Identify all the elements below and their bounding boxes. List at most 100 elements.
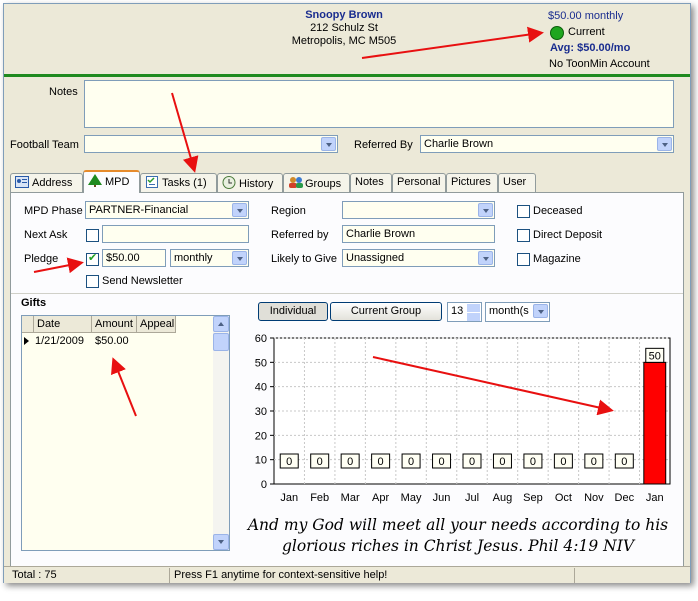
contact-window: Snoopy Brown 212 Schulz St Metropolis, M… (3, 3, 691, 583)
next-ask-label: Next Ask (24, 229, 68, 241)
magazine-label: Magazine (533, 253, 581, 265)
tree-icon (88, 174, 102, 187)
y-tick-label: 0 (261, 479, 267, 491)
scroll-up-icon[interactable] (213, 316, 229, 332)
gift-date: 1/21/2009 (35, 335, 84, 347)
tab-tasks-label: Tasks (1) (162, 177, 207, 189)
contact-header: Snoopy Brown 212 Schulz St Metropolis, M… (4, 4, 690, 74)
scroll-down-icon[interactable] (213, 534, 229, 550)
chevron-down-icon[interactable] (478, 203, 493, 217)
status-bar: Total : 75 Press F1 anytime for context-… (4, 566, 690, 583)
spin-down-icon[interactable] (467, 313, 480, 321)
x-tick-label: Jan (280, 492, 298, 504)
average-giving: Avg: $50.00/mo (550, 42, 631, 54)
column-header-date[interactable]: Date (34, 316, 92, 333)
gift-amount: $50.00 (95, 335, 129, 347)
chevron-down-icon[interactable] (232, 251, 247, 265)
data-label: 0 (469, 456, 475, 468)
individual-button[interactable]: Individual (258, 302, 328, 321)
direct-deposit-checkbox[interactable] (517, 229, 530, 242)
region-label: Region (271, 205, 306, 217)
header-divider (4, 74, 690, 77)
chevron-down-icon[interactable] (321, 137, 336, 151)
tab-pictures[interactable]: Pictures (446, 173, 498, 192)
column-header-amount[interactable]: Amount (92, 316, 137, 333)
grid-corner (22, 316, 34, 333)
status-text: Current (568, 26, 605, 38)
chevron-down-icon[interactable] (533, 304, 548, 318)
period-unit-select[interactable]: month(s (485, 302, 550, 322)
football-team-select[interactable] (84, 135, 338, 153)
chevron-down-icon[interactable] (232, 203, 247, 217)
send-newsletter-label: Send Newsletter (102, 275, 183, 287)
pledge-amount-field[interactable]: $50.00 (102, 249, 166, 267)
data-label: 0 (438, 456, 444, 468)
deceased-checkbox[interactable] (517, 205, 530, 218)
tab-mpd-label: MPD (105, 176, 130, 188)
column-header-appeal[interactable]: Appeal (137, 316, 176, 333)
notes-field[interactable] (84, 80, 674, 128)
send-newsletter-checkbox[interactable] (86, 275, 99, 288)
x-tick-label: May (401, 492, 422, 504)
tab-user-label: User (503, 176, 527, 188)
scroll-thumb[interactable] (213, 333, 229, 351)
region-select[interactable] (342, 201, 495, 219)
months-spinner[interactable]: 13 (447, 302, 482, 322)
gifts-grid[interactable]: Date Amount Appeal 1/21/2009 $50.00 (21, 315, 230, 551)
help-hint: Press F1 anytime for context-sensitive h… (174, 569, 388, 581)
next-ask-checkbox[interactable] (86, 229, 99, 242)
tab-groups[interactable]: Groups (283, 173, 350, 192)
tab-history-label: History (239, 178, 274, 190)
chevron-down-icon[interactable] (657, 137, 672, 151)
x-tick-label: Jun (433, 492, 451, 504)
pledge-frequency-select[interactable]: monthly (170, 249, 249, 267)
tab-tasks[interactable]: Tasks (1) (140, 173, 217, 192)
tab-mpd[interactable]: MPD (83, 170, 140, 193)
data-label: 0 (621, 456, 627, 468)
deceased-label: Deceased (533, 205, 583, 217)
group-icon (288, 176, 303, 188)
x-tick-label: Mar (341, 492, 360, 504)
referred-by-top-select[interactable]: Charlie Brown (420, 135, 674, 153)
pledge-checkbox[interactable] (86, 251, 99, 266)
next-ask-field[interactable] (102, 225, 249, 243)
chevron-down-icon[interactable] (478, 251, 493, 265)
tab-groups-label: Groups (305, 178, 342, 190)
tab-history[interactable]: History (217, 173, 283, 192)
pledge-label: Pledge (24, 253, 59, 265)
y-tick-label: 50 (255, 357, 267, 369)
current-group-button[interactable]: Current Group (330, 302, 442, 321)
football-team-label: Football Team (10, 139, 79, 151)
gifts-scrollbar[interactable] (213, 316, 229, 550)
bible-verse: And my God will meet all your needs acco… (247, 516, 669, 555)
toonmin-account: No ToonMin Account (549, 58, 650, 70)
referred-by-label: Referred by (271, 229, 329, 241)
gifts-chart: 0 10 20 30 40 50 60 Jan 0 Feb 0 Mar 0 Apr 0 May 0 Jun 0 Jul… (255, 333, 671, 504)
data-label: 0 (347, 456, 353, 468)
x-tick-label: Nov (584, 492, 604, 504)
bar (643, 361, 667, 485)
likely-to-give-select[interactable]: Unassigned (342, 249, 495, 267)
spin-up-icon[interactable] (467, 304, 480, 312)
x-tick-label: Dec (615, 492, 635, 504)
row-pointer-icon (24, 337, 29, 345)
data-label: 0 (378, 456, 384, 468)
tab-notes[interactable]: Notes (350, 173, 392, 192)
mpd-phase-select[interactable]: PARTNER-Financial (85, 201, 249, 219)
tab-user[interactable]: User (498, 173, 536, 192)
contact-street: 212 Schulz St (310, 22, 378, 34)
mpd-phase-value: PARTNER-Financial (89, 204, 189, 216)
x-tick-label: Apr (372, 492, 389, 504)
data-label: 0 (499, 456, 505, 468)
tab-address[interactable]: Address (10, 173, 83, 192)
data-label: 0 (591, 456, 597, 468)
tab-notes-label: Notes (355, 176, 384, 188)
data-label: 0 (317, 456, 323, 468)
direct-deposit-label: Direct Deposit (533, 229, 603, 241)
tab-personal[interactable]: Personal (392, 173, 446, 192)
notes-label: Notes (49, 86, 78, 98)
table-row[interactable]: 1/21/2009 $50.00 (22, 333, 214, 349)
referred-by-field[interactable]: Charlie Brown (342, 225, 495, 243)
data-label: 0 (560, 456, 566, 468)
magazine-checkbox[interactable] (517, 253, 530, 266)
